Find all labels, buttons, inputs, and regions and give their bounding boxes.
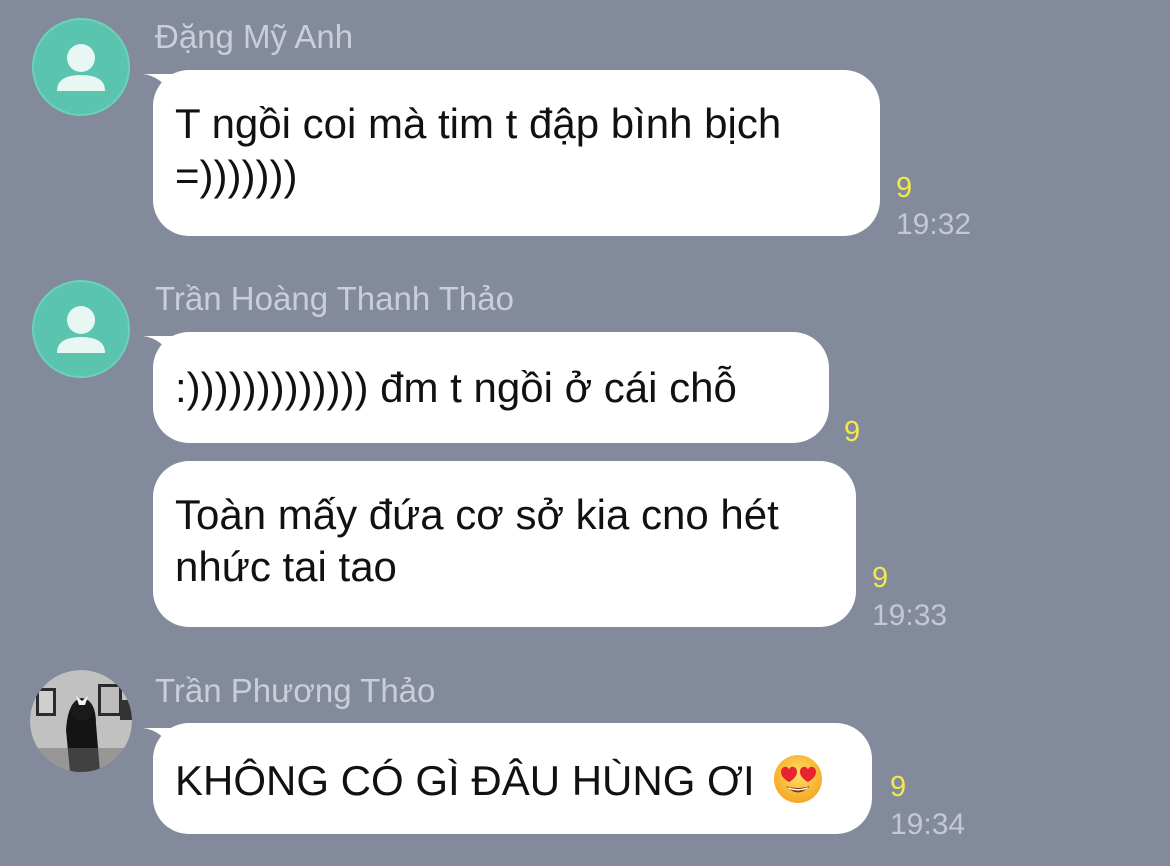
profile-photo xyxy=(30,670,132,772)
sender-name: Đặng Mỹ Anh xyxy=(155,18,354,55)
avatar[interactable] xyxy=(30,670,132,772)
avatar[interactable] xyxy=(32,18,130,116)
message-bubble[interactable]: T ngồi coi mà tim t đập bình bịch =)))))… xyxy=(153,70,880,236)
heart-eyes-emoji xyxy=(774,755,823,803)
message-text: KHÔNG CÓ GÌ ĐÂU HÙNG ƠI xyxy=(175,757,755,804)
message-bubble[interactable]: Toàn mấy đứa cơ sở kia cno hét nhức tai … xyxy=(153,461,856,627)
sender-name: Trần Phương Thảo xyxy=(155,672,436,709)
message-bubble[interactable]: :))))))))))))) đm t ngồi ở cái chỗ xyxy=(153,332,829,443)
message-text: T ngồi coi mà tim t đập bình bịch =)))))… xyxy=(175,100,782,199)
message-bubble[interactable]: KHÔNG CÓ GÌ ĐÂU HÙNG ƠI xyxy=(153,723,872,834)
avatar[interactable] xyxy=(32,280,130,378)
read-count: 9 xyxy=(890,771,907,803)
message-text: Toàn mấy đứa cơ sở kia cno hét nhức tai … xyxy=(175,491,779,590)
message-text: :))))))))))))) đm t ngồi ở cái chỗ xyxy=(175,364,737,411)
read-count: 9 xyxy=(896,172,913,204)
timestamp: 19:34 xyxy=(890,808,966,841)
read-count: 9 xyxy=(844,416,861,448)
sender-name: Trần Hoàng Thanh Thảo xyxy=(155,280,514,317)
default-person-icon xyxy=(57,306,105,353)
default-person-icon xyxy=(57,44,105,91)
read-count: 9 xyxy=(872,562,889,594)
timestamp: 19:32 xyxy=(896,208,972,241)
timestamp: 19:33 xyxy=(872,599,948,632)
